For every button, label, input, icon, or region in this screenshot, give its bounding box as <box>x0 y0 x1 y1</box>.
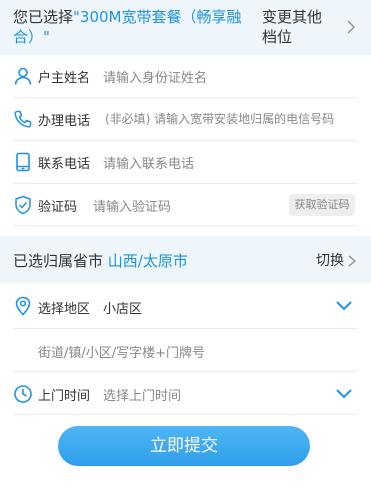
get-code-button[interactable]: 获取验证码 <box>289 194 355 216</box>
selected-package-text: 您已选择"300M宽带套餐（畅享融合）" <box>13 7 253 47</box>
code-row[interactable]: 验证码 请输入验证码 获取验证码 <box>13 184 357 226</box>
province-title: 已选归属省市 山西/太原市 <box>13 250 188 271</box>
district-value[interactable]: 小店区 <box>103 298 142 317</box>
handle-phone-row[interactable]: 办理电话 (非必填) 请输入宽带安装地归属的电信号码 <box>13 98 357 141</box>
selected-package-bar: 您已选择"300M宽带套餐（畅享融合）" 变更其他档位 <box>0 0 371 55</box>
submit-button[interactable]: 立即提交 <box>58 426 310 466</box>
chevron-down-icon[interactable] <box>335 388 353 400</box>
code-label: 验证码 <box>38 200 78 215</box>
clock-icon <box>14 385 32 403</box>
mobile-icon <box>16 152 30 172</box>
phone-icon <box>14 110 32 128</box>
contact-phone-input[interactable]: 请输入联系电话 <box>103 153 194 172</box>
location-pin-icon <box>15 296 31 316</box>
shield-icon <box>15 195 31 215</box>
name-input[interactable]: 请输入身份证姓名 <box>103 67 207 86</box>
visit-time-label: 上门时间 <box>38 389 91 404</box>
handle-phone-label: 办理电话 <box>38 114 91 129</box>
address-detail-input[interactable]: 街道/镇/小区/写字楼+门牌号 <box>38 342 205 361</box>
chevron-down-icon[interactable] <box>335 300 353 312</box>
selected-package-prefix: 您已选择 <box>13 8 74 26</box>
province-label: 已选归属省市 <box>13 252 104 270</box>
person-icon <box>14 67 32 85</box>
change-package-link[interactable]: 变更其他档位 <box>262 7 330 47</box>
province-bar: 已选归属省市 山西/太原市 切换 <box>0 236 371 283</box>
handle-phone-input[interactable]: (非必填) 请输入宽带安装地归属的电信号码 <box>105 110 334 127</box>
visit-time-input[interactable]: 选择上门时间 <box>103 385 181 404</box>
code-input[interactable]: 请输入验证码 <box>93 196 171 215</box>
name-label: 户主姓名 <box>38 71 91 86</box>
name-row[interactable]: 户主姓名 请输入身份证姓名 <box>13 55 357 98</box>
chevron-right-icon[interactable] <box>346 253 358 269</box>
district-row[interactable]: 选择地区 小店区 <box>13 283 357 329</box>
contact-phone-label: 联系电话 <box>38 157 91 172</box>
address-detail-row[interactable]: 街道/镇/小区/写字楼+门牌号 <box>13 329 357 372</box>
chevron-right-icon[interactable] <box>344 18 358 36</box>
province-value: 山西/太原市 <box>107 252 188 270</box>
switch-province-button[interactable]: 切换 <box>316 250 344 270</box>
district-label: 选择地区 <box>38 302 91 317</box>
contact-phone-row[interactable]: 联系电话 请输入联系电话 <box>13 141 357 184</box>
visit-time-row[interactable]: 上门时间 选择上门时间 <box>13 372 357 415</box>
